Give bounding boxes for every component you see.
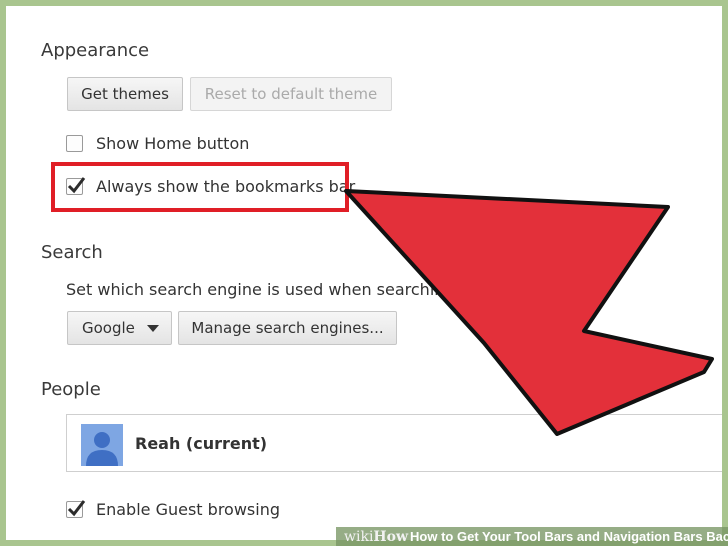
red-arrow-icon — [344, 189, 714, 436]
watermark-caption: wikiHow How to Get Your Tool Bars and Na… — [336, 527, 728, 546]
wikihow-logo: wikiHow — [344, 528, 409, 545]
caption-text: How to Get Your Tool Bars and Navigation… — [410, 529, 728, 544]
